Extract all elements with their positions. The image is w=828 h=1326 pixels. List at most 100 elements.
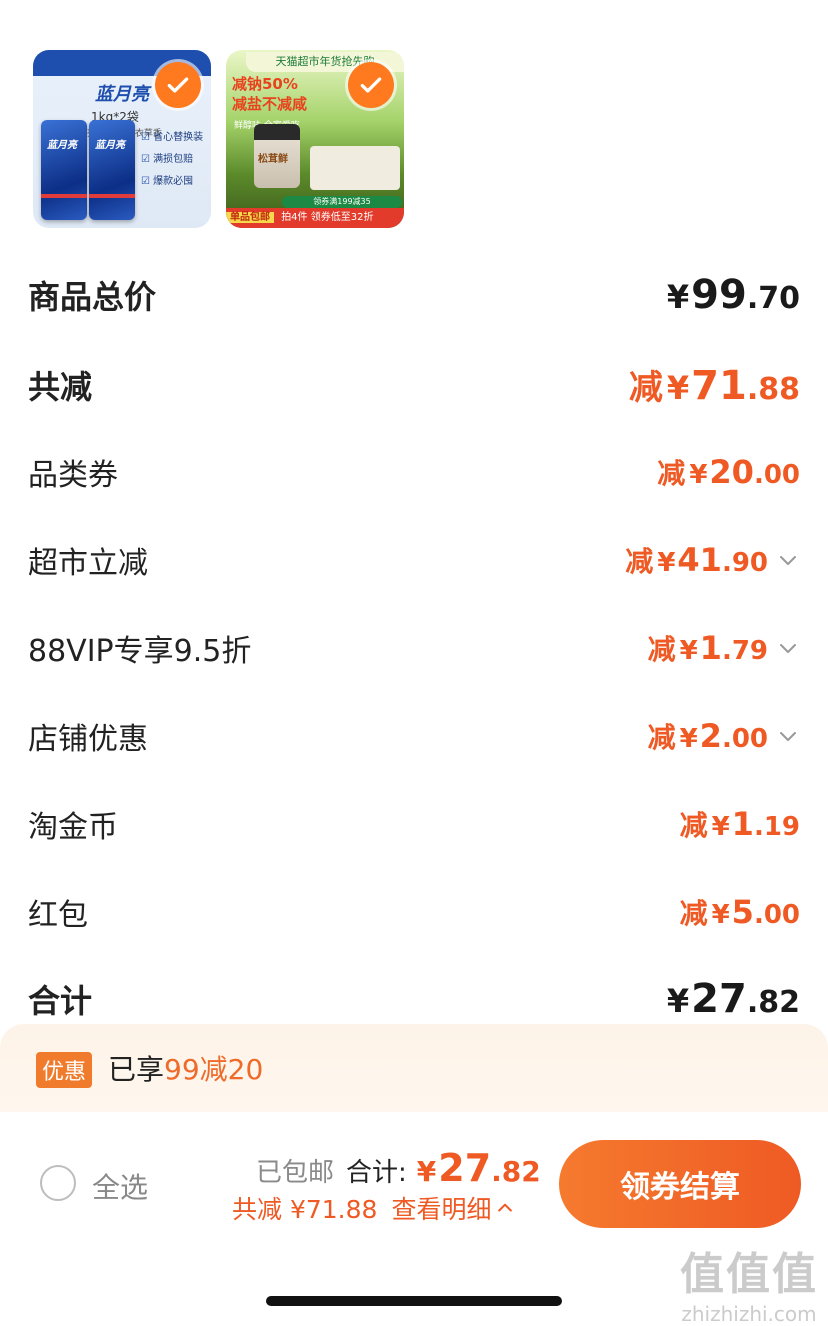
- feature-item: 爆款必囤: [141, 172, 203, 187]
- product-brand: 蓝月亮: [95, 84, 149, 105]
- reduce-prefix: 减: [647, 633, 676, 666]
- site-watermark: 值值值 zhizhizhi.com: [676, 1238, 822, 1326]
- reduce-prefix: 减: [647, 721, 676, 754]
- selected-check-icon[interactable]: [348, 62, 394, 108]
- reduce-prefix: 减: [625, 545, 654, 578]
- amount-integer: 1: [699, 629, 722, 667]
- discount-row-supermarket[interactable]: 超市立减 减 ¥ 41 .90: [28, 538, 800, 582]
- amount-decimal: .00: [753, 460, 800, 490]
- reduce-prefix: 减: [628, 368, 663, 408]
- discount-amount: 减 ¥ 1 .79: [648, 628, 800, 668]
- product-total-row: 商品总价 ¥ 99 .70: [28, 272, 800, 318]
- reduce-prefix: 减: [679, 897, 708, 930]
- home-indicator[interactable]: [266, 1296, 562, 1306]
- discount-row-taojinbi: 淘金币 减 ¥ 1 .19: [28, 802, 800, 846]
- checkout-button[interactable]: 领券结算: [559, 1140, 801, 1228]
- chevron-down-icon[interactable]: [776, 636, 800, 660]
- selected-check-icon[interactable]: [155, 62, 201, 108]
- promo-badge: 优惠: [36, 1052, 93, 1088]
- bulk-offer-text: 拍4件 领券低至32折: [281, 212, 374, 223]
- currency-symbol: ¥: [679, 636, 698, 666]
- amount-decimal: .90: [721, 548, 768, 578]
- total-saved-label: 共减: [28, 367, 93, 406]
- chevron-down-icon[interactable]: [776, 724, 800, 748]
- amount-integer: 41: [677, 541, 722, 579]
- bag-brand: 蓝月亮: [47, 140, 77, 151]
- discount-row-red-packet: 红包 减 ¥ 5 .00: [28, 890, 800, 934]
- watermark-url: zhizhizhi.com: [681, 1302, 817, 1326]
- currency-symbol: ¥: [416, 1155, 437, 1188]
- bag-brand: 蓝月亮: [95, 140, 125, 151]
- coupon-note: 领券满199减35: [282, 196, 402, 208]
- checkout-sum: 已包邮 合计: ¥ 27 .82: [256, 1146, 541, 1190]
- discount-amount: 减 ¥ 20 .00: [657, 452, 800, 492]
- select-all-label[interactable]: 全选: [92, 1166, 148, 1206]
- product-thumbnail-seasoning[interactable]: 天猫超市年货抢先购 减钠50% 减盐不减咸 鲜醇味 全家爱吃 松茸鲜 领券满19…: [226, 50, 404, 228]
- discount-amount: 减 ¥ 1 .19: [680, 804, 800, 844]
- currency-symbol: ¥: [657, 548, 676, 578]
- seasoning-box-image: [310, 146, 400, 190]
- amount-integer: 27: [691, 976, 747, 1022]
- jar-lid: [254, 124, 300, 140]
- sum-integer: 27: [438, 1146, 492, 1190]
- amount-integer: 1: [731, 805, 754, 843]
- discount-label: 品类券: [28, 458, 118, 493]
- product-total-label: 商品总价: [28, 278, 157, 316]
- amount-integer: 99: [691, 272, 747, 318]
- currency-symbol: ¥: [666, 369, 690, 407]
- amount-decimal: .79: [721, 636, 768, 666]
- free-shipping-status: 已包邮: [256, 1158, 335, 1188]
- discount-label: 超市立减: [28, 546, 148, 581]
- discount-label: 店铺优惠: [28, 722, 148, 757]
- product-total-amount: ¥ 99 .70: [667, 272, 800, 318]
- discount-row-category-coupon: 品类券 减 ¥ 20 .00: [28, 450, 800, 494]
- grand-total-label: 合计: [28, 982, 93, 1020]
- currency-symbol: ¥: [711, 900, 730, 930]
- discount-label: 88VIP专享9.5折: [28, 634, 252, 669]
- discount-amount: 减 ¥ 5 .00: [680, 892, 800, 932]
- discount-row-store[interactable]: 店铺优惠 减 ¥ 2 .00: [28, 714, 800, 758]
- view-details-link[interactable]: 查看明细: [391, 1190, 515, 1226]
- view-details-label: 查看明细: [391, 1195, 492, 1224]
- amount-decimal: .00: [753, 900, 800, 930]
- discount-amount: 减 ¥ 2 .00: [648, 716, 800, 756]
- currency-symbol: ¥: [689, 460, 708, 490]
- chevron-down-icon[interactable]: [776, 548, 800, 572]
- discount-row-88vip[interactable]: 88VIP专享9.5折 减 ¥ 1 .79: [28, 626, 800, 670]
- currency-symbol: ¥: [679, 724, 698, 754]
- product-features: 省心替换装 满损包赔 爆款必囤: [141, 128, 203, 194]
- bag-stripe: [41, 194, 87, 198]
- discount-label: 红包: [28, 898, 88, 933]
- reduce-summary: 共减 ¥71.88 查看明细: [232, 1190, 515, 1226]
- reduce-prefix: 减: [657, 457, 686, 490]
- product-bottom-strip: 单品包邮 拍4件 领券低至32折: [226, 208, 404, 228]
- discount-label: 淘金币: [28, 810, 118, 845]
- currency-symbol: ¥: [711, 812, 730, 842]
- amount-integer: 20: [709, 453, 754, 491]
- chevron-up-icon: [498, 1203, 513, 1212]
- sum-label: 合计:: [346, 1158, 407, 1188]
- amount-decimal: .82: [746, 985, 800, 1020]
- amount-integer: 2: [699, 717, 722, 755]
- promo-text: 已享99减20: [108, 1048, 263, 1088]
- amount-integer: 71: [691, 363, 747, 409]
- bag-stripe: [89, 194, 135, 198]
- watermark-logo: 值值值: [680, 1249, 818, 1300]
- free-shipping-tag: 单品包邮: [226, 212, 274, 223]
- selected-products: 蓝月亮 1kg*2袋 亮白增艳 薰衣草香 蓝月亮 蓝月亮 省心替换装 满损包赔 …: [33, 50, 404, 228]
- detergent-bag-image: 蓝月亮: [41, 120, 87, 220]
- amount-decimal: .19: [753, 812, 800, 842]
- product-thumbnail-detergent[interactable]: 蓝月亮 1kg*2袋 亮白增艳 薰衣草香 蓝月亮 蓝月亮 省心替换装 满损包赔 …: [33, 50, 211, 228]
- sum-decimal: .82: [491, 1155, 541, 1188]
- feature-item: 满损包赔: [141, 150, 203, 165]
- amount-decimal: .88: [746, 372, 800, 407]
- seasoning-jar-image: 松茸鲜: [254, 124, 300, 188]
- currency-symbol: ¥: [666, 278, 690, 316]
- jar-label: 松茸鲜: [258, 154, 288, 165]
- promo-highlight: 99减20: [164, 1053, 264, 1086]
- grand-total-row: 合计 ¥ 27 .82: [28, 976, 800, 1022]
- headline-line-2: 减盐不减咸: [232, 95, 308, 113]
- product-headline: 减钠50% 减盐不减咸: [232, 74, 307, 114]
- select-all-radio[interactable]: [40, 1165, 76, 1201]
- feature-item: 省心替换装: [141, 128, 203, 143]
